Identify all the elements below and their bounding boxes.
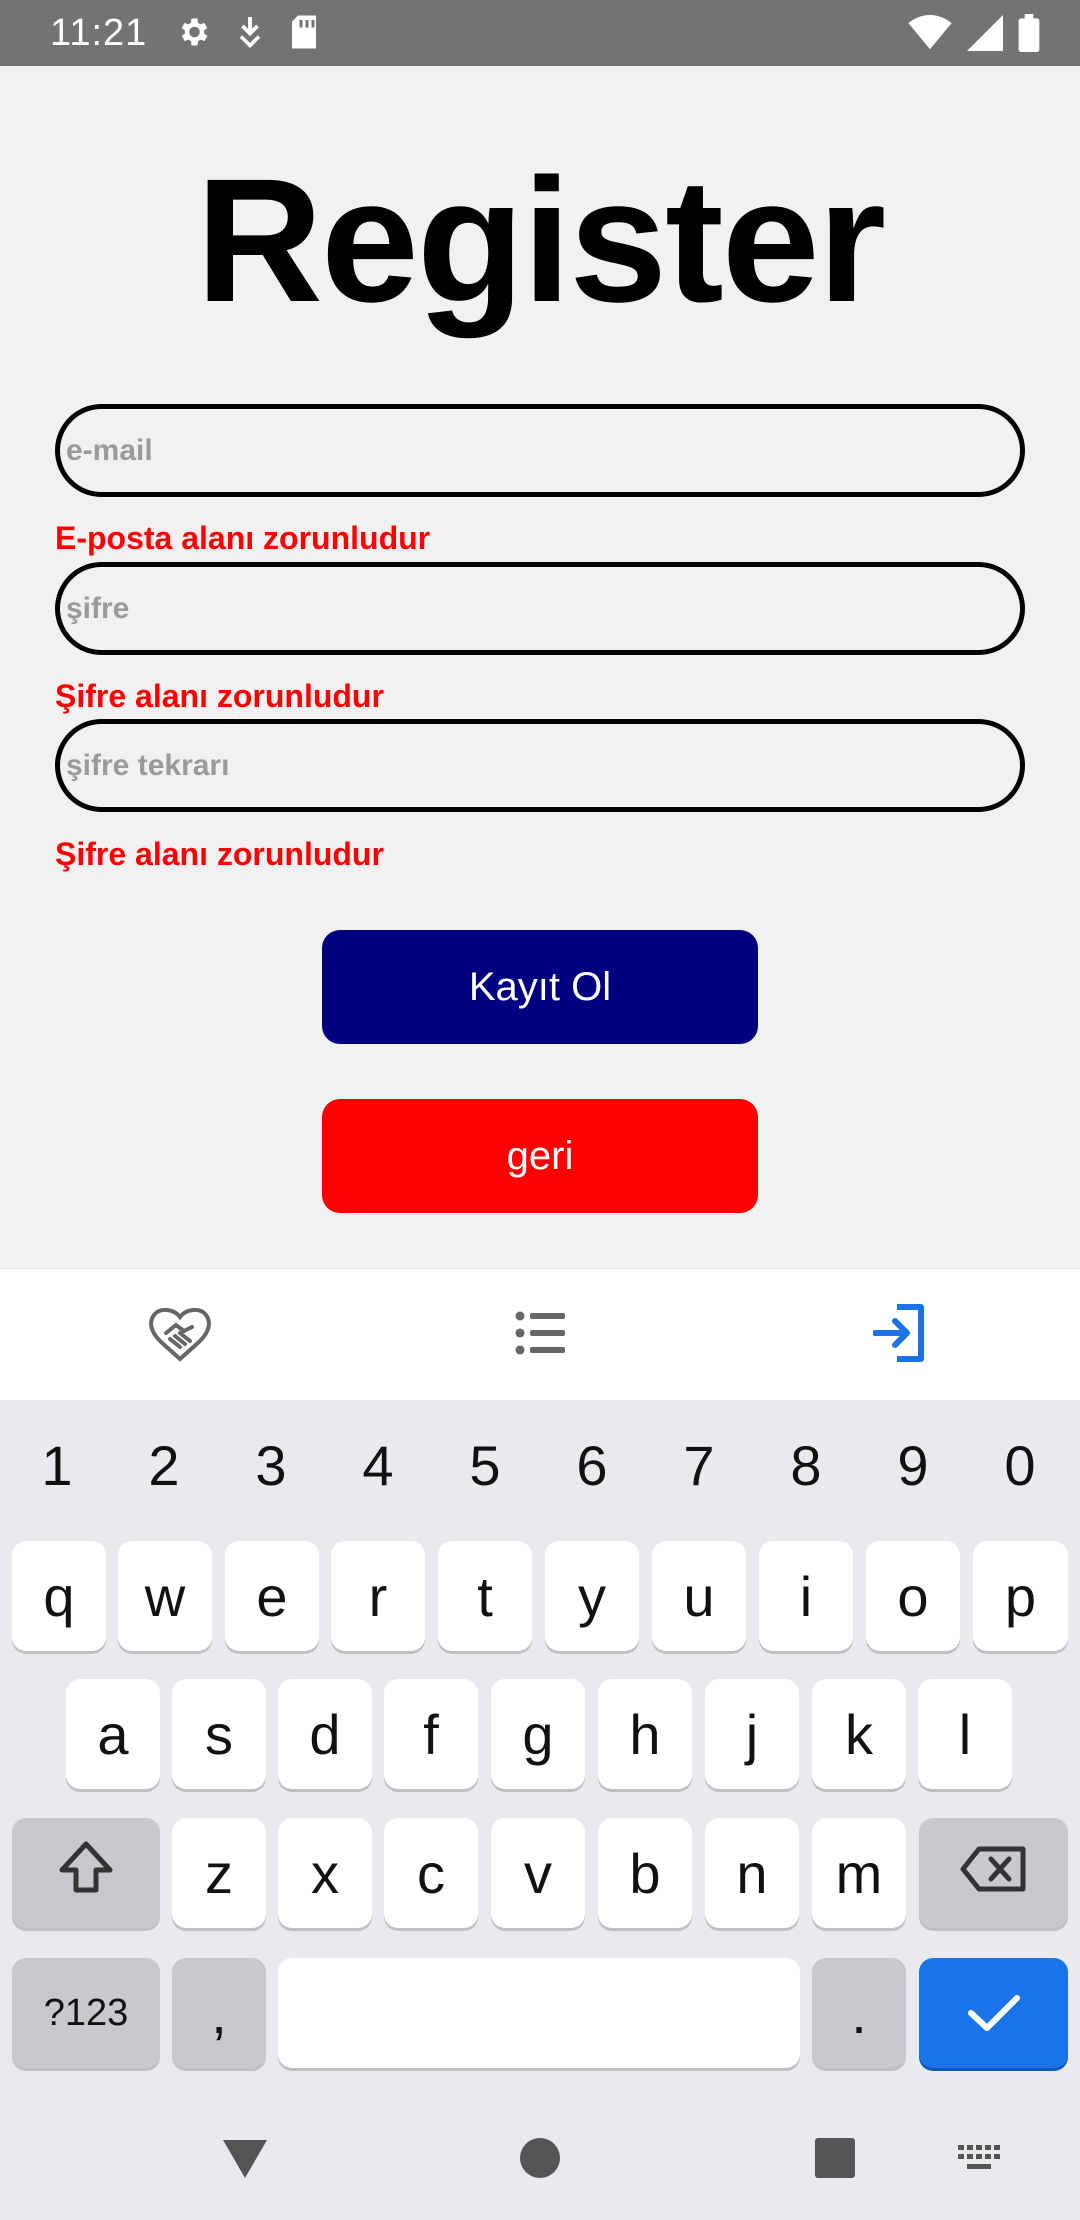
- key-q[interactable]: q: [12, 1541, 106, 1651]
- key-w[interactable]: w: [118, 1541, 212, 1651]
- key-h[interactable]: h: [598, 1679, 692, 1789]
- check-icon: [967, 1981, 1021, 2046]
- key-n[interactable]: n: [705, 1818, 799, 1928]
- backspace-icon: [959, 1841, 1029, 1906]
- page-title: Register: [195, 143, 886, 339]
- key-8[interactable]: 8: [756, 1420, 856, 1510]
- key-5[interactable]: 5: [435, 1420, 535, 1510]
- gear-icon: [175, 14, 211, 55]
- enter-key[interactable]: [919, 1958, 1068, 2068]
- shift-icon: [58, 1840, 114, 1907]
- key-l[interactable]: l: [918, 1679, 1012, 1789]
- key-9[interactable]: 9: [863, 1420, 963, 1510]
- key-f[interactable]: f: [384, 1679, 478, 1789]
- bottom-tab-bar: [0, 1268, 1080, 1400]
- handshake-icon: [148, 1303, 212, 1368]
- email-error: E-posta alanı zorunludur: [55, 520, 431, 556]
- home-circle-icon: [519, 2137, 561, 2184]
- symbols-key[interactable]: ?123: [12, 1958, 160, 2068]
- battery-icon: [1018, 14, 1040, 57]
- key-y[interactable]: y: [545, 1541, 639, 1651]
- key-3[interactable]: 3: [221, 1420, 321, 1510]
- signal-icon: [966, 15, 1004, 56]
- nav-keyboard-switch-button[interactable]: [940, 2100, 1020, 2220]
- recents-square-icon: [814, 2137, 856, 2184]
- tab-handshake[interactable]: [0, 1269, 360, 1401]
- keyboard-switch-icon: [958, 2144, 1002, 2176]
- key-c[interactable]: c: [384, 1818, 478, 1928]
- key-z[interactable]: z: [172, 1818, 266, 1928]
- key-i[interactable]: i: [759, 1541, 853, 1651]
- status-bar: 11:21: [0, 0, 1080, 66]
- period-key[interactable]: .: [812, 1958, 906, 2068]
- key-u[interactable]: u: [652, 1541, 746, 1651]
- nav-recents-button[interactable]: [790, 2100, 880, 2220]
- key-v[interactable]: v: [491, 1818, 585, 1928]
- key-g[interactable]: g: [491, 1679, 585, 1789]
- key-p[interactable]: p: [973, 1541, 1068, 1651]
- key-2[interactable]: 2: [114, 1420, 214, 1510]
- back-button[interactable]: geri: [322, 1099, 758, 1213]
- key-x[interactable]: x: [278, 1818, 372, 1928]
- password-repeat-error: Şifre alanı zorunludur: [55, 836, 384, 872]
- key-7[interactable]: 7: [649, 1420, 749, 1510]
- login-icon: [872, 1303, 927, 1368]
- keyboard-number-row: 1 2 3 4 5 6 7 8 9 0: [0, 1420, 1080, 1510]
- space-key[interactable]: [278, 1958, 800, 2068]
- symbols-key-label: ?123: [43, 1991, 129, 2034]
- backspace-key[interactable]: [919, 1818, 1068, 1928]
- key-0[interactable]: 0: [970, 1420, 1070, 1510]
- email-field-frame[interactable]: [55, 404, 1025, 497]
- back-triangle-icon: [221, 2136, 269, 2185]
- download-icon: [235, 14, 265, 55]
- password-repeat-field-frame[interactable]: [55, 719, 1025, 812]
- key-d[interactable]: d: [278, 1679, 372, 1789]
- key-t[interactable]: t: [438, 1541, 532, 1651]
- key-r[interactable]: r: [331, 1541, 425, 1651]
- tab-list[interactable]: [360, 1269, 720, 1401]
- password-field-frame[interactable]: [55, 562, 1025, 655]
- shift-key[interactable]: [12, 1818, 160, 1928]
- key-b[interactable]: b: [598, 1818, 692, 1928]
- register-button[interactable]: Kayıt Ol: [322, 930, 758, 1044]
- password-error: Şifre alanı zorunludur: [55, 678, 384, 714]
- tab-login[interactable]: [720, 1269, 1080, 1401]
- status-time: 11:21: [50, 12, 148, 54]
- key-k[interactable]: k: [812, 1679, 906, 1789]
- navigation-bar: [0, 2100, 1080, 2220]
- keyboard: 1 2 3 4 5 6 7 8 9 0 q w e r t y u i o p …: [0, 1400, 1080, 2100]
- status-left-icons: [175, 14, 319, 55]
- key-4[interactable]: 4: [328, 1420, 428, 1510]
- sd-card-icon: [289, 14, 319, 55]
- comma-key[interactable]: ,: [172, 1958, 266, 2068]
- nav-home-button[interactable]: [495, 2100, 585, 2220]
- email-field[interactable]: [60, 409, 1020, 492]
- key-j[interactable]: j: [705, 1679, 799, 1789]
- wifi-icon: [908, 15, 952, 56]
- key-s[interactable]: s: [172, 1679, 266, 1789]
- status-right-icons: [908, 14, 1040, 57]
- password-field[interactable]: [60, 567, 1020, 650]
- list-icon: [515, 1310, 565, 1361]
- key-o[interactable]: o: [866, 1541, 960, 1651]
- key-m[interactable]: m: [812, 1818, 906, 1928]
- key-6[interactable]: 6: [542, 1420, 642, 1510]
- key-e[interactable]: e: [225, 1541, 319, 1651]
- password-repeat-field[interactable]: [60, 724, 1020, 807]
- key-1[interactable]: 1: [7, 1420, 107, 1510]
- nav-back-button[interactable]: [200, 2100, 290, 2220]
- key-a[interactable]: a: [66, 1679, 160, 1789]
